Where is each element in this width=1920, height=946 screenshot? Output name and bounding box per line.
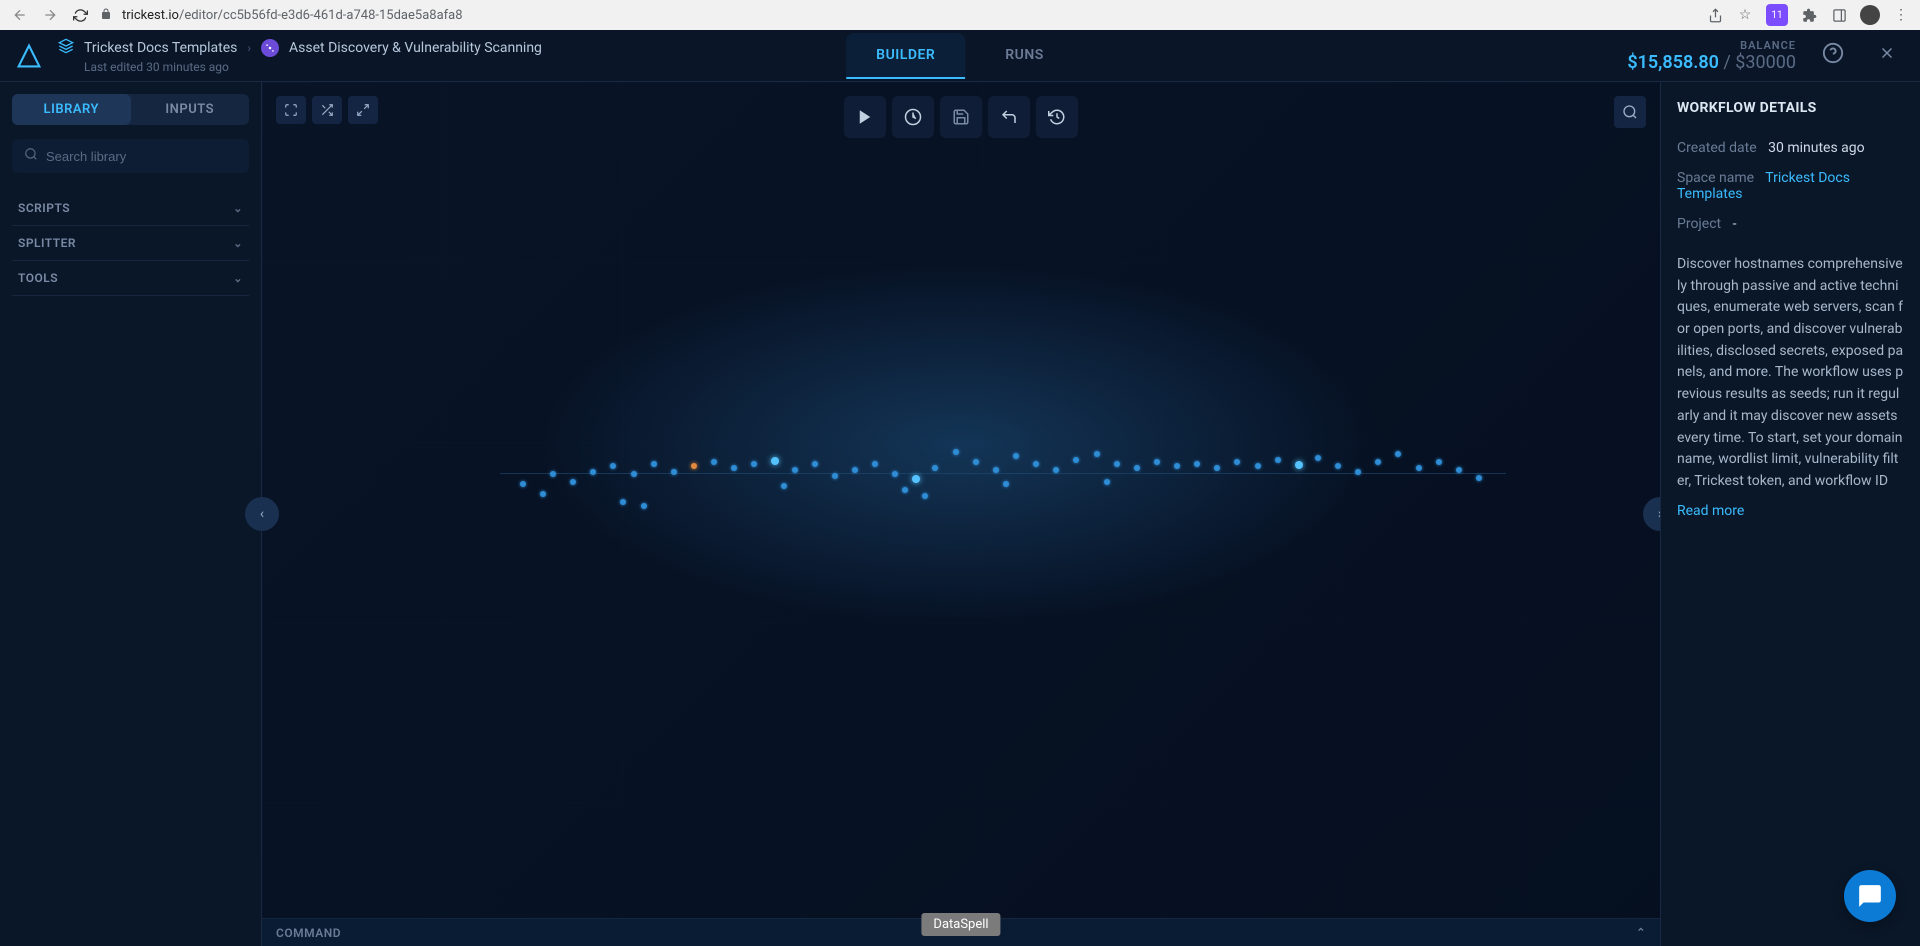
chat-icon[interactable] (1844, 870, 1896, 922)
star-icon[interactable]: ☆ (1736, 6, 1754, 24)
browser-chrome: trickest.io/editor/cc5b56fd-e3d6-461d-a7… (0, 0, 1920, 30)
read-more[interactable]: Read more (1677, 503, 1904, 519)
balance-sep: / (1719, 52, 1735, 73)
created-value: 30 minutes ago (1768, 140, 1865, 156)
sidebar-section-splitter[interactable]: SPLITTER ⌄ (12, 226, 249, 261)
lock-icon (100, 8, 112, 23)
tab-runs[interactable]: RUNS (975, 33, 1074, 79)
expand-icon[interactable] (348, 96, 378, 124)
canvas[interactable]: ‹ › (262, 82, 1660, 946)
avatar[interactable] (1860, 5, 1880, 25)
shuffle-icon[interactable] (312, 96, 342, 124)
search-box[interactable] (12, 139, 249, 173)
app-header: Trickest Docs Templates › Asset Discover… (0, 30, 1920, 82)
description: Discover hostnames comprehensively throu… (1677, 254, 1904, 493)
help-icon[interactable] (1814, 38, 1852, 73)
balance-current: $15,858.80 (1627, 52, 1719, 73)
fullscreen-icon[interactable] (276, 96, 306, 124)
logo-icon[interactable] (16, 43, 42, 69)
tab-builder[interactable]: BUILDER (846, 33, 965, 79)
close-icon[interactable] (1870, 40, 1904, 71)
last-edited: Last edited 30 minutes ago (84, 60, 542, 74)
sidebar-tabs: LIBRARY INPUTS (12, 94, 249, 125)
workflow-graph[interactable] (500, 431, 1507, 511)
sidebar-tab-library[interactable]: LIBRARY (12, 94, 131, 125)
more-icon[interactable]: ⋮ (1892, 6, 1910, 24)
search-input[interactable] (46, 149, 237, 164)
details-panel: WORKFLOW DETAILS Created date 30 minutes… (1660, 82, 1920, 946)
space-label: Space name (1677, 170, 1754, 186)
panel-icon[interactable] (1830, 6, 1848, 24)
breadcrumb: Trickest Docs Templates › Asset Discover… (58, 38, 542, 74)
canvas-view-toolbar (276, 96, 378, 124)
project-label: Project (1677, 216, 1721, 232)
collapse-left-icon[interactable]: ‹ (245, 497, 279, 531)
breadcrumb-workflow[interactable]: Asset Discovery & Vulnerability Scanning (289, 40, 542, 56)
breadcrumb-space[interactable]: Trickest Docs Templates (84, 40, 237, 56)
nav-forward-icon[interactable] (40, 5, 60, 25)
schedule-icon[interactable] (892, 96, 934, 138)
chevron-down-icon: ⌄ (233, 272, 243, 285)
created-label: Created date (1677, 140, 1757, 156)
sidebar: LIBRARY INPUTS SCRIPTS ⌄ SPLITTER ⌄ TOOL… (0, 82, 262, 946)
balance-label: BALANCE (1627, 39, 1796, 52)
sidebar-section-tools[interactable]: TOOLS ⌄ (12, 261, 249, 296)
canvas-search-icon[interactable] (1614, 96, 1646, 128)
share-icon[interactable] (1706, 6, 1724, 24)
chevron-up-icon[interactable]: ⌃ (1636, 926, 1646, 939)
history-icon[interactable] (1036, 96, 1078, 138)
chevron-down-icon: ⌄ (233, 202, 243, 215)
workflow-icon (261, 39, 279, 57)
sidebar-section-scripts[interactable]: SCRIPTS ⌄ (12, 191, 249, 226)
project-value: - (1733, 216, 1737, 232)
balance: BALANCE $15,858.80 / $30000 (1627, 39, 1796, 73)
nav-back-icon[interactable] (10, 5, 30, 25)
nav-reload-icon[interactable] (70, 5, 90, 25)
url-bar[interactable]: trickest.io/editor/cc5b56fd-e3d6-461d-a7… (122, 8, 1696, 23)
tooltip: DataSpell (921, 913, 1000, 936)
search-icon (24, 147, 38, 165)
undo-icon[interactable] (988, 96, 1030, 138)
puzzle-icon[interactable] (1800, 6, 1818, 24)
command-label: COMMAND (276, 926, 341, 940)
balance-total: $30000 (1735, 52, 1796, 73)
ext-icon[interactable]: 11 (1766, 4, 1788, 26)
details-title: WORKFLOW DETAILS (1677, 100, 1904, 116)
sidebar-tab-inputs[interactable]: INPUTS (131, 94, 250, 125)
play-icon[interactable] (844, 96, 886, 138)
chevron-right-icon: › (247, 41, 251, 55)
space-icon (58, 38, 74, 58)
header-tabs: BUILDER RUNS (846, 33, 1074, 79)
action-toolbar (844, 96, 1078, 138)
save-icon[interactable] (940, 96, 982, 138)
chevron-down-icon: ⌄ (233, 237, 243, 250)
